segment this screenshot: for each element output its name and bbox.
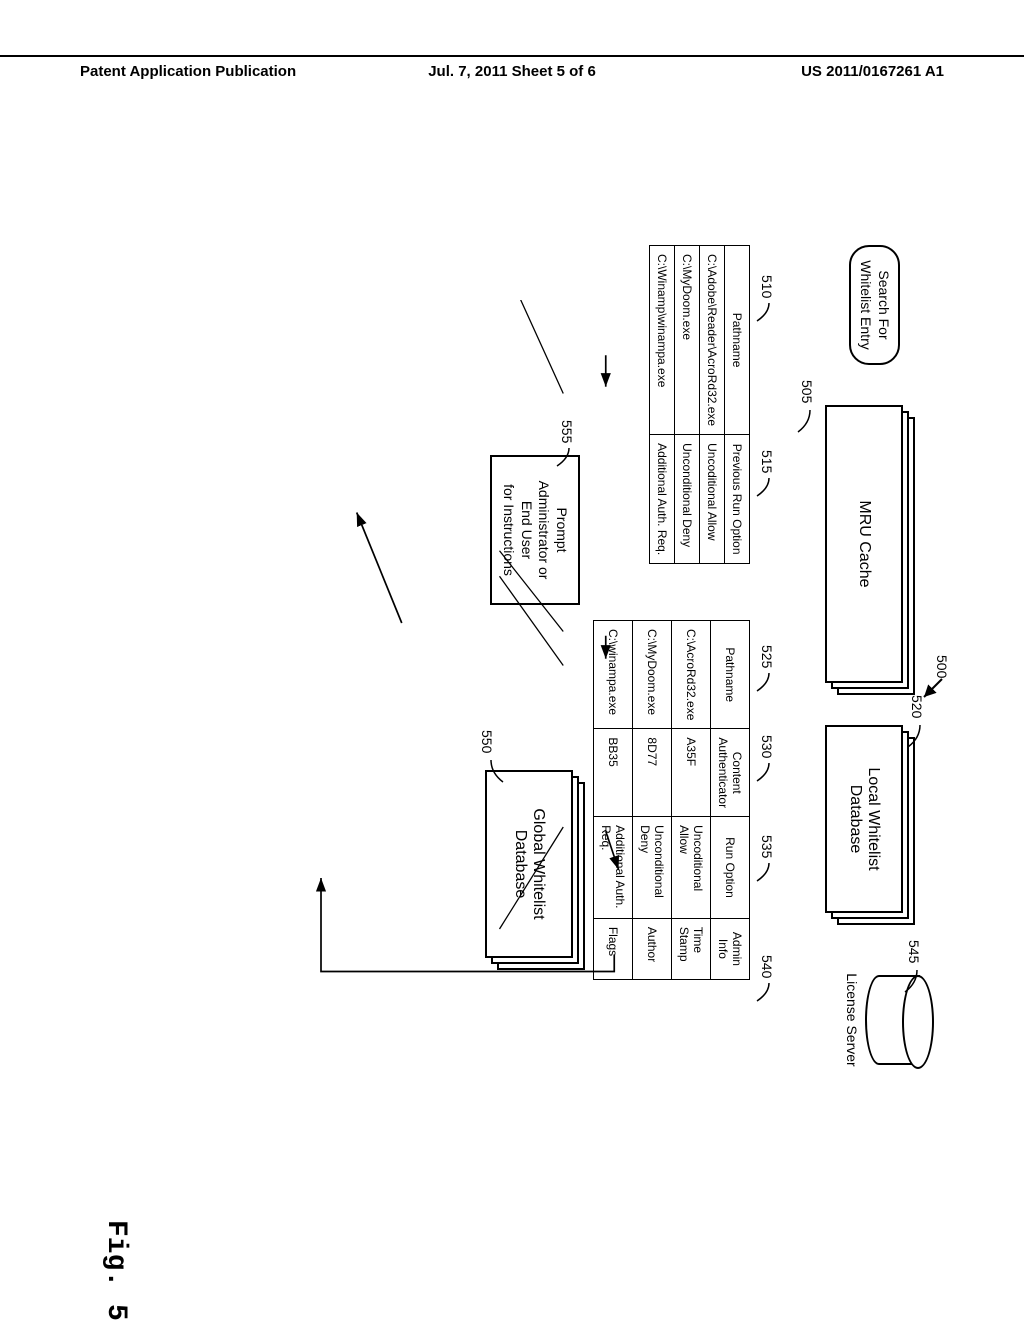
prompt-box-label: Prompt Administrator or End User for Ins… [502, 481, 571, 580]
ref-525: 525 [759, 645, 775, 668]
search-entry-label: Search For Whitelist Entry [859, 260, 893, 349]
ref-540: 540 [759, 955, 775, 978]
ref-510: 510 [759, 275, 775, 298]
ref-555: 555 [559, 420, 575, 443]
local-db-stack: Local Whitelist Database [825, 725, 915, 925]
table-row: C:\MyDoom.exe Unconditional Deny [675, 246, 700, 564]
license-server-label: License Server [844, 955, 860, 1085]
table-row: C:\winampa.exe BB35 Additional Auth. Req… [594, 621, 633, 980]
global-db-label: Global Whitelist Database [511, 808, 547, 919]
figure-label: Fig. 5 [100, 1220, 131, 1321]
header-left: Patent Application Publication [80, 63, 296, 80]
local-col-runoption: Run Option [711, 817, 750, 919]
header-right: US 2011/0167261 A1 [801, 63, 944, 80]
flow-arrows [0, 300, 930, 980]
page-header: Patent Application Publication Jul. 7, 2… [0, 55, 1024, 63]
table-row: C:\AcroRd32.exe A35F Uncoditional Allow … [672, 621, 711, 980]
ref-530: 530 [759, 735, 775, 758]
ref-500: 500 [934, 655, 950, 678]
ref-550: 550 [479, 730, 495, 753]
search-entry-block: Search For Whitelist Entry [849, 245, 900, 365]
ref-505: 505 [799, 380, 815, 403]
local-col-contentauth: Content Authenticator [711, 729, 750, 817]
local-col-admininfo: Admin Info [711, 918, 750, 979]
ref-545: 545 [906, 940, 922, 963]
ref-520: 520 [909, 695, 925, 718]
mru-col-prevrun: Previous Run Option [725, 435, 750, 564]
table-row: C:\Winamp\winampa.exe Additional Auth. R… [650, 246, 675, 564]
ref-515: 515 [759, 450, 775, 473]
mru-cache-label: MRU Cache [855, 500, 873, 587]
local-table: Pathname Content Authenticator Run Optio… [593, 620, 750, 980]
table-row: C:\MyDoom.exe 8D77 Unconditional Deny Au… [633, 621, 672, 980]
mru-table: Pathname Previous Run Option C:\Adobe\Re… [649, 245, 750, 564]
mru-cache-stack: MRU Cache [825, 405, 915, 695]
prompt-box: Prompt Administrator or End User for Ins… [490, 455, 580, 605]
global-db-stack: Global Whitelist Database [485, 770, 585, 970]
local-db-label: Local Whitelist Database [846, 767, 882, 870]
local-col-pathname: Pathname [711, 621, 750, 729]
ref-535: 535 [759, 835, 775, 858]
header-center: Jul. 7, 2011 Sheet 5 of 6 [428, 63, 596, 80]
diagram-500: Search For Whitelist Entry MRU Cache 500… [0, 300, 930, 980]
table-row: C:\Adobe\Reader\AcroRd32.exe Uncoditiona… [700, 246, 725, 564]
mru-col-pathname: Pathname [725, 246, 750, 435]
